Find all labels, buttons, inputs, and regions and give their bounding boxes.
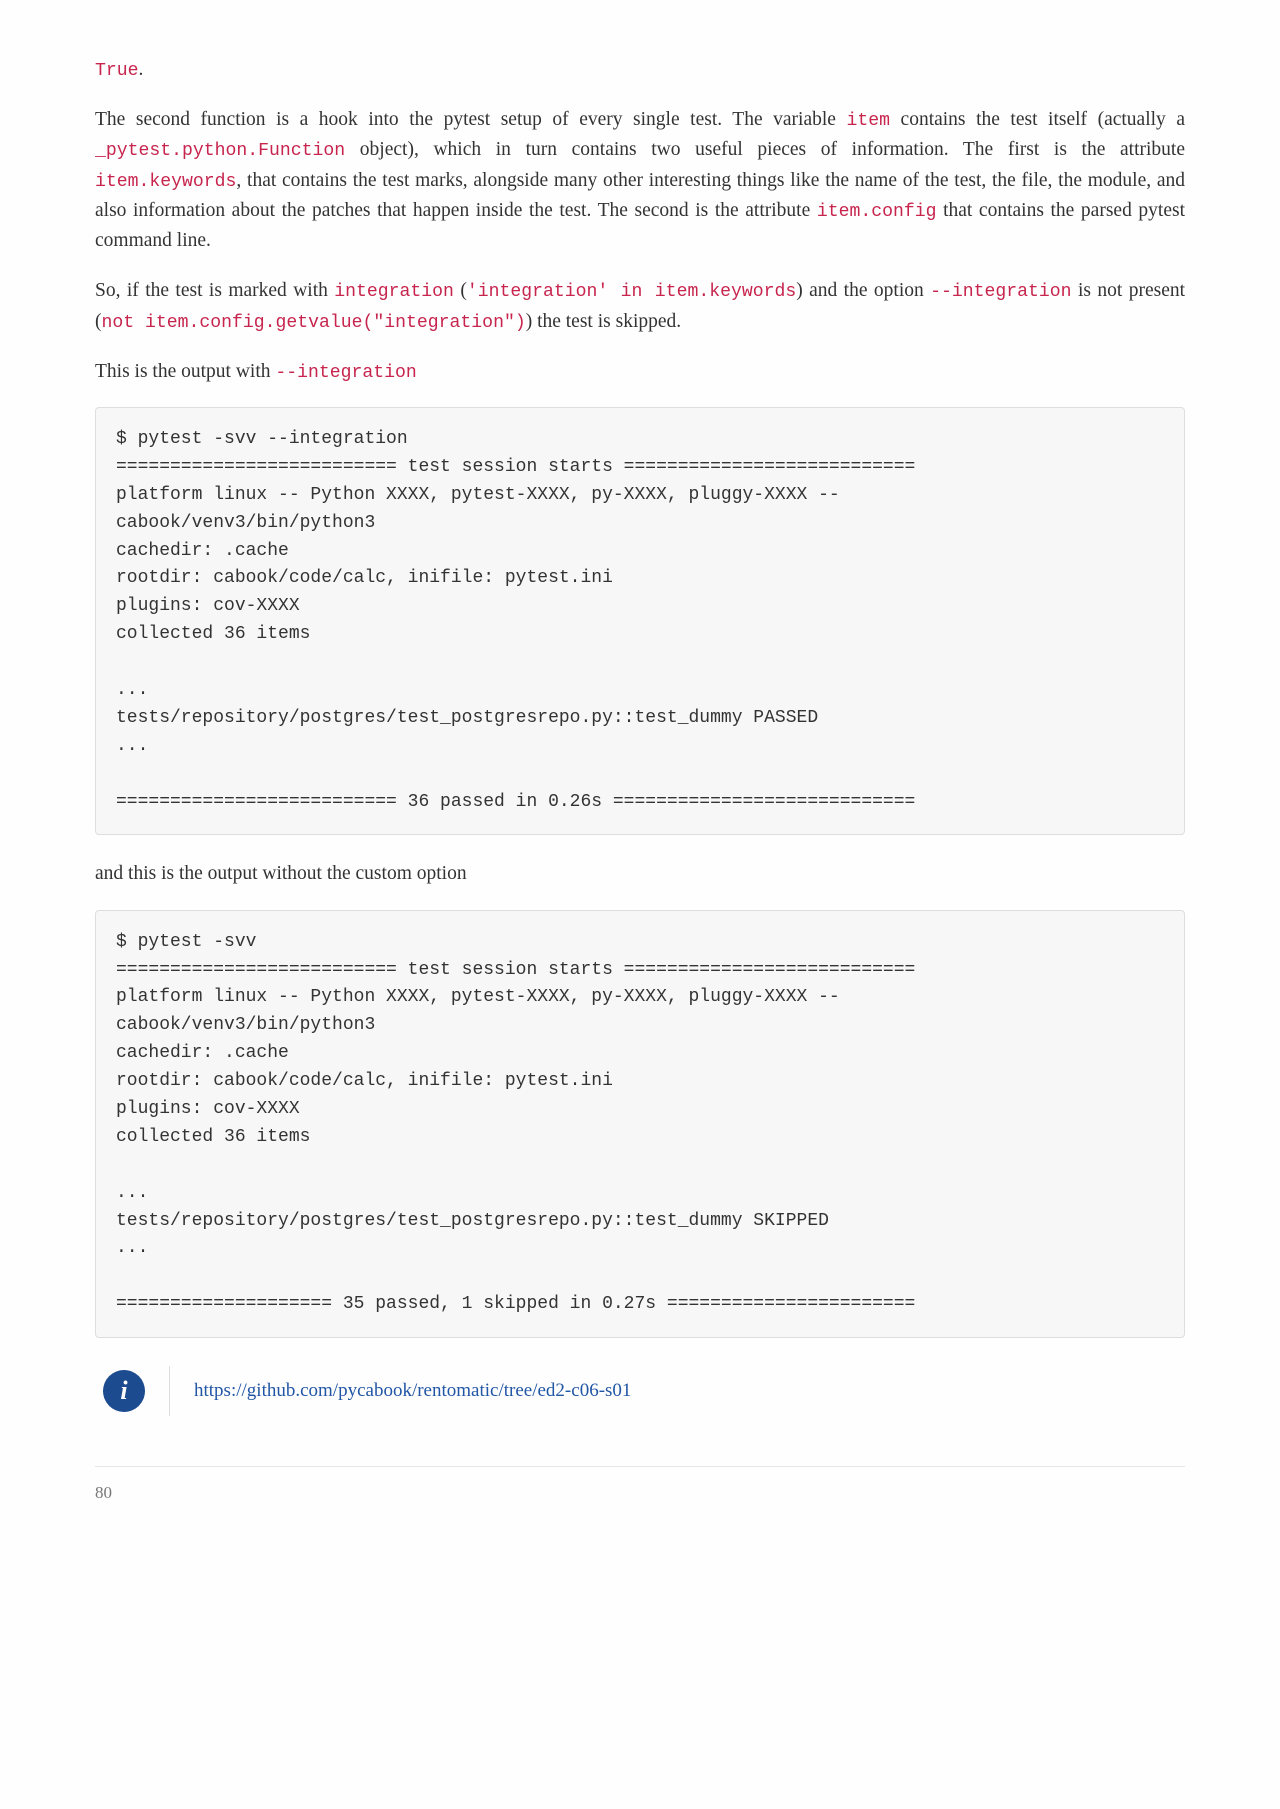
paragraph-1: The second function is a hook into the p… (95, 105, 1185, 256)
text: The second function is a hook into the p… (95, 109, 846, 130)
code-integration-flag: --integration (930, 282, 1071, 302)
github-link[interactable]: https://github.com/pycabook/rentomatic/t… (194, 1380, 631, 1402)
text: ) and the option (796, 280, 930, 301)
page-number: 80 (95, 1483, 1185, 1503)
code-block-without-integration: $ pytest -svv ==========================… (95, 910, 1185, 1338)
text: contains the test itself (actually a (890, 109, 1185, 130)
code-item: item (846, 111, 890, 131)
code-integration: integration (334, 282, 454, 302)
info-divider (169, 1366, 170, 1416)
text: This is the output with (95, 361, 275, 382)
code-integration-flag: --integration (275, 363, 416, 383)
code-block-with-integration: $ pytest -svv --integration ============… (95, 407, 1185, 835)
text: ) the test is skipped. (526, 311, 681, 332)
paragraph-2: So, if the test is marked with integrati… (95, 276, 1185, 336)
text: ( (454, 280, 467, 301)
text-tail: . (139, 59, 144, 80)
info-icon-glyph: i (120, 1376, 127, 1406)
text: So, if the test is marked with (95, 280, 334, 301)
info-icon: i (103, 1370, 145, 1412)
info-callout: i https://github.com/pycabook/rentomatic… (95, 1366, 1185, 1416)
paragraph-3: This is the output with --integration (95, 357, 1185, 387)
paragraph-0: True. (95, 55, 1185, 85)
code-true: True (95, 61, 139, 81)
code-pytest-function: _pytest.python.Function (95, 141, 345, 161)
paragraph-4: and this is the output without the custo… (95, 859, 1185, 889)
code-integration-keywords: 'integration' in item.keywords (467, 282, 796, 302)
code-item-config: item.config (817, 202, 937, 222)
code-item-keywords: item.keywords (95, 172, 236, 192)
footer-divider (95, 1466, 1185, 1467)
code-not-getvalue: not item.config.getvalue("integration") (102, 313, 526, 333)
text: object), which in turn contains two usef… (345, 139, 1185, 160)
